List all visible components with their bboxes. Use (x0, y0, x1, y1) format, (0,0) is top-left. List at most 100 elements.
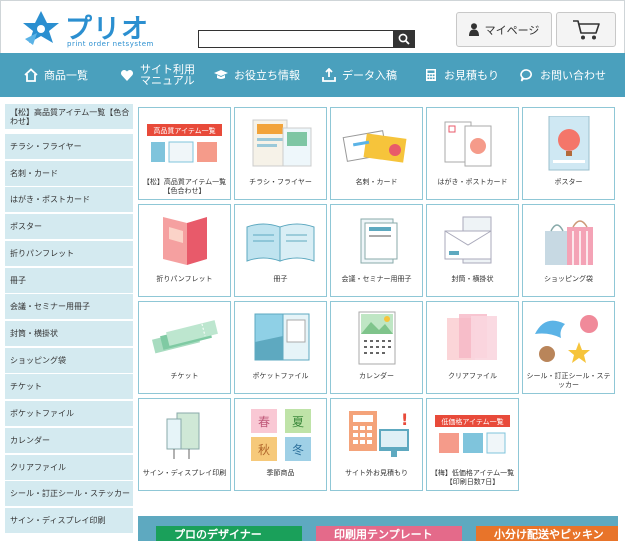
site-header: プリオネ print order netsystem マイページ (0, 0, 625, 84)
heart-icon (120, 69, 134, 81)
sidebar-item[interactable]: ポスター (5, 214, 133, 239)
sidebar-item[interactable]: サイン・ディスプレイ印刷 (5, 508, 133, 533)
home-icon (24, 68, 38, 82)
nav-item-contact[interactable]: お問い合わせ (520, 53, 606, 97)
sidebar-item[interactable]: チラシ・フライヤー (5, 134, 133, 159)
product-label: 会議・セミナー用冊子 (341, 275, 412, 283)
product-label: カレンダー (359, 372, 394, 380)
promo-banner-template[interactable]: 印刷用テンプレート (316, 526, 462, 541)
product-card-clear-file[interactable]: クリアファイル (426, 301, 519, 394)
graduation-cap-icon (214, 70, 228, 79)
premium-badge: 高品質アイテム一覧 (153, 126, 215, 135)
nav-item-products[interactable]: 商品一覧 (24, 53, 88, 97)
product-card-seasonal[interactable]: 春 夏 秋 冬 季節商品 (234, 398, 327, 491)
season-summer: 夏 (292, 415, 304, 429)
clear-file-thumbnail (447, 314, 497, 360)
flyer-thumbnail (252, 119, 312, 167)
product-card-calendar[interactable]: カレンダー (330, 301, 423, 394)
nav-label: お問い合わせ (540, 68, 606, 82)
product-label: ショッピング袋 (544, 275, 593, 283)
product-label: チケット (170, 372, 199, 380)
sidebar-item[interactable]: 【松】高品質アイテム一覧【色合わせ】 (5, 104, 133, 129)
sidebar-item[interactable]: 封筒・横掛状 (5, 321, 133, 346)
user-icon (468, 23, 479, 36)
sidebar-item[interactable]: 名刺・カード (5, 161, 133, 186)
sidebar-item[interactable]: ポケットファイル (5, 401, 133, 426)
product-card-postcard[interactable]: はがき・ポストカード (426, 107, 519, 200)
sidebar-item[interactable]: 会議・セミナー用冊子 (5, 294, 133, 319)
sidebar-item[interactable]: 折りパンフレット (5, 241, 133, 266)
product-label: ポスター (554, 178, 583, 186)
product-card-external-estimate[interactable]: ! サイト外お見積もり (330, 398, 423, 491)
budget-items-thumbnail: 低価格アイテム一覧 (435, 415, 510, 454)
nav-item-tips[interactable]: お役立ち情報 (214, 53, 300, 97)
sidebar-item[interactable]: カレンダー (5, 428, 133, 453)
product-card-shopping-bag[interactable]: ショッピング袋 (522, 204, 615, 297)
product-card-sticker[interactable]: シール・訂正シール・ステッカー (522, 301, 615, 394)
nav-label: サイト利用 マニュアル (140, 63, 195, 87)
folded-pamphlet-thumbnail (163, 217, 207, 265)
product-label: 【松】高品質アイテム一覧【色合わせ】 (142, 178, 227, 195)
budget-badge: 低価格アイテム一覧 (441, 417, 503, 426)
nav-item-manual[interactable]: サイト利用 マニュアル (120, 53, 195, 97)
product-label: 折りパンフレット (156, 275, 213, 283)
mypage-button[interactable]: マイページ (456, 12, 552, 47)
product-label: チラシ・フライヤー (249, 178, 312, 186)
sidebar-item[interactable]: クリアファイル (5, 455, 133, 480)
product-label: シール・訂正シール・ステッカー (526, 372, 611, 389)
nav-item-estimate[interactable]: お見積もり (424, 53, 499, 97)
main-nav: 商品一覧 サイト利用 マニュアル お役立ち情報 データ入稿 お見積もり お問い合… (0, 53, 625, 97)
season-winter: 冬 (292, 442, 304, 457)
poster-thumbnail (548, 116, 590, 171)
logo-subtitle: print order netsystem (67, 40, 154, 48)
sidebar-item[interactable]: チケット (5, 374, 133, 399)
sidebar-item[interactable]: はがき・ポストカード (5, 187, 133, 212)
product-card-seminar-booklet[interactable]: 会議・セミナー用冊子 (330, 204, 423, 297)
product-label: 封筒・横掛状 (451, 275, 494, 283)
pocket-file-thumbnail (254, 313, 310, 361)
shopping-bag-thumbnail (545, 220, 593, 265)
product-card-pocket-file[interactable]: ポケットファイル (234, 301, 327, 394)
sidebar-item[interactable]: ショッピング袋 (5, 348, 133, 373)
search-icon (398, 33, 410, 45)
product-label: クリアファイル (448, 372, 497, 380)
upload-icon (322, 68, 336, 82)
postcard-thumbnail (444, 121, 492, 167)
nav-label: お役立ち情報 (234, 68, 300, 82)
product-card-poster[interactable]: ポスター (522, 107, 615, 200)
external-estimate-thumbnail: ! (349, 410, 409, 457)
search-button[interactable] (393, 30, 415, 48)
calculator-icon (426, 69, 436, 81)
search-input[interactable] (198, 30, 394, 48)
promo-banner-designer[interactable]: プロのデザイナー (156, 526, 302, 541)
sidebar-item[interactable]: シール・訂正シール・ステッカー (5, 481, 133, 506)
cart-icon (573, 19, 600, 39)
sign-display-thumbnail (166, 412, 200, 459)
ticket-thumbnail (151, 319, 218, 354)
chat-icon (520, 69, 532, 82)
booklet-thumbnail (246, 223, 315, 262)
product-card-ticket[interactable]: チケット (138, 301, 231, 394)
product-label: サイン・ディスプレイ印刷 (142, 469, 227, 477)
product-card-envelope[interactable]: 封筒・横掛状 (426, 204, 519, 297)
promo-banner-delivery[interactable]: 小分け配送やピッキン (476, 526, 618, 541)
svg-text:!: ! (401, 410, 408, 429)
product-label: はがき・ポストカード (437, 178, 508, 186)
nav-item-upload[interactable]: データ入稿 (322, 53, 397, 97)
product-label: ポケットファイル (252, 372, 309, 380)
product-card-budget[interactable]: 低価格アイテム一覧 【梅】低価格アイテム一覧【印刷日数7日】 (426, 398, 519, 491)
product-card-premium[interactable]: 高品質アイテム一覧 【松】高品質アイテム一覧【色合わせ】 (138, 107, 231, 200)
site-logo[interactable]: プリオネ print order netsystem (19, 7, 169, 84)
envelope-thumbnail (444, 216, 492, 264)
product-card-flyer[interactable]: チラシ・フライヤー (234, 107, 327, 200)
cart-button[interactable] (556, 12, 616, 47)
product-card-business-card[interactable]: 名刺・カード (330, 107, 423, 200)
product-card-booklet[interactable]: 冊子 (234, 204, 327, 297)
product-card-sign-display[interactable]: サイン・ディスプレイ印刷 (138, 398, 231, 491)
product-card-folded-pamphlet[interactable]: 折りパンフレット (138, 204, 231, 297)
product-label: サイト外お見積もり (345, 469, 408, 477)
seminar-booklet-thumbnail (360, 218, 398, 264)
sidebar-item[interactable]: 冊子 (5, 268, 133, 293)
search-bar (198, 30, 416, 48)
product-label: 季節商品 (266, 469, 295, 477)
